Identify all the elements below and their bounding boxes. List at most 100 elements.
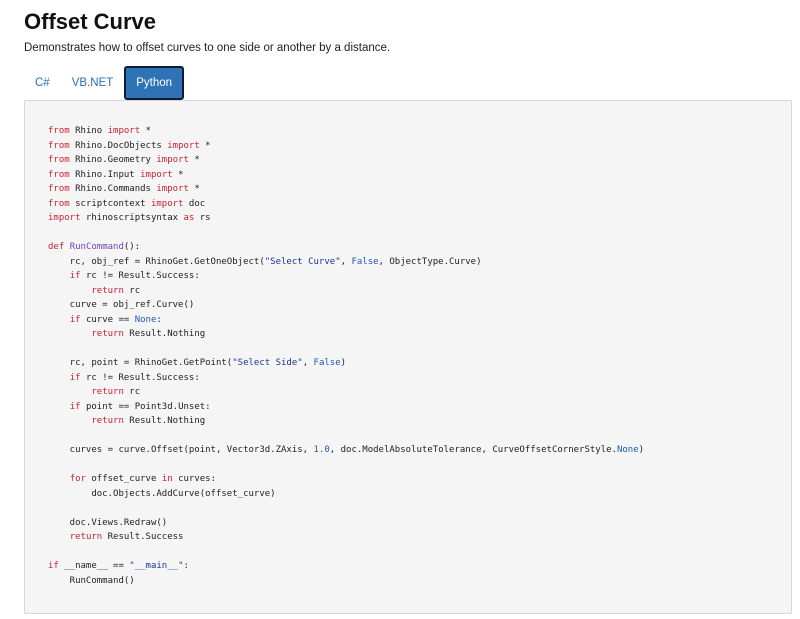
code-token: from — [48, 140, 70, 151]
code-token: ) — [638, 445, 645, 455]
code-token: import — [156, 184, 189, 194]
code-line: if curve == None: — [48, 313, 644, 328]
code-token: None — [134, 314, 157, 325]
code-line: return rc — [48, 284, 644, 299]
code-token: , — [340, 256, 352, 267]
code-token: None — [616, 445, 639, 455]
code-line: return rc — [48, 385, 644, 400]
tab-vbnet[interactable]: VB.NET — [61, 66, 125, 100]
code-token: if — [69, 314, 81, 325]
code-line: def RunCommand(): — [48, 240, 644, 255]
code-token: return — [91, 329, 124, 339]
code-token: from — [48, 155, 70, 165]
code-token: 1.0 — [313, 445, 330, 455]
code-line: doc.Objects.AddCurve(offset_curve) — [48, 487, 644, 502]
code-token: def — [48, 242, 65, 252]
code-token: curves = curve.Offset(point, Vector3d.ZA… — [48, 445, 314, 455]
tab-python[interactable]: Python — [124, 66, 185, 100]
code-token: point == Point3d.Unset: — [80, 401, 211, 412]
code-token: doc — [183, 198, 206, 209]
code-block[interactable]: from Rhino import * from Rhino.DocObjects… — [48, 124, 644, 588]
code-token: import — [48, 213, 81, 223]
code-token: return — [91, 387, 124, 397]
code-token: "Select Side" — [232, 358, 303, 368]
code-token: import — [107, 126, 141, 136]
code-token: rc — [123, 387, 141, 397]
code-token: rc, point = RhinoGet.GetPoint( — [48, 358, 233, 368]
code-token: Result.Nothing — [123, 416, 206, 426]
code-token: * — [188, 184, 200, 194]
code-token: import — [140, 169, 173, 180]
tab-csharp[interactable]: C# — [24, 66, 61, 100]
code-token: curve = obj_ref.Curve() — [48, 300, 195, 310]
code-line: return Result.Success — [48, 530, 644, 545]
code-line: if rc != Result.Success: — [48, 371, 644, 386]
code-line: from Rhino import * — [48, 124, 644, 139]
code-token: rs — [194, 213, 211, 223]
code-line: return Result.Nothing — [48, 327, 644, 342]
code-token: Result.Success — [102, 532, 184, 542]
code-token: from — [48, 169, 70, 180]
code-token: Rhino — [69, 126, 108, 136]
code-token: False — [351, 256, 379, 267]
code-line: from Rhino.Commands import * — [48, 182, 644, 197]
code-token: Rhino.DocObjects — [69, 140, 168, 151]
code-token: import — [156, 155, 189, 165]
code-line: curves = curve.Offset(point, Vector3d.ZA… — [48, 443, 644, 458]
code-token: , — [302, 358, 314, 368]
code-token: import — [150, 198, 184, 209]
code-token: ) — [340, 358, 347, 368]
code-token: , doc.ModelAbsoluteTolerance, CurveOffse… — [329, 445, 617, 455]
code-token: offset_curve — [85, 474, 162, 484]
code-token: from — [48, 126, 70, 136]
code-line: from scriptcontext import doc — [48, 197, 644, 212]
code-panel: from Rhino import * from Rhino.DocObjects… — [24, 100, 792, 614]
code-token: from — [48, 184, 70, 194]
code-line: for offset_curve in curves: — [48, 472, 644, 487]
code-token: Rhino.Input — [69, 169, 141, 180]
code-token: rc != Result.Success: — [80, 271, 200, 281]
code-token: for — [69, 474, 86, 484]
code-line: from Rhino.DocObjects import * — [48, 139, 644, 154]
code-line: rc, point = RhinoGet.GetPoint("Select Si… — [48, 356, 644, 371]
code-line: from Rhino.Input import * — [48, 168, 644, 183]
code-token: if — [69, 401, 81, 412]
code-token: in — [161, 474, 173, 484]
code-token: if — [69, 372, 81, 383]
code-token: return — [69, 532, 103, 542]
code-token: doc.Views.Redraw() — [48, 517, 168, 528]
code-token: * — [140, 126, 151, 136]
code-token: import — [167, 140, 200, 151]
code-line: doc.Views.Redraw() — [48, 516, 644, 531]
code-line: if __name__ == "__main__": — [48, 559, 644, 574]
code-token: Rhino.Commands — [69, 184, 157, 194]
code-line: curve = obj_ref.Curve() — [48, 298, 644, 313]
code-token: RunCommand() — [48, 575, 135, 586]
code-token: rc, obj_ref = RhinoGet.GetOneObject( — [48, 256, 265, 267]
code-token: return — [91, 416, 124, 426]
code-token: RunCommand — [69, 242, 124, 252]
code-token: * — [199, 140, 211, 151]
code-token: as — [183, 213, 195, 223]
code-token: * — [188, 155, 200, 165]
page-title: Offset Curve — [24, 9, 157, 34]
code-token: rhinoscriptsyntax — [80, 213, 184, 223]
code-token: curves: — [172, 474, 217, 484]
code-token: if — [48, 561, 59, 571]
code-token: if — [69, 271, 81, 281]
code-token: False — [313, 358, 341, 368]
code-token: rc — [123, 285, 141, 296]
code-token: , ObjectType.Curve) — [378, 256, 482, 267]
